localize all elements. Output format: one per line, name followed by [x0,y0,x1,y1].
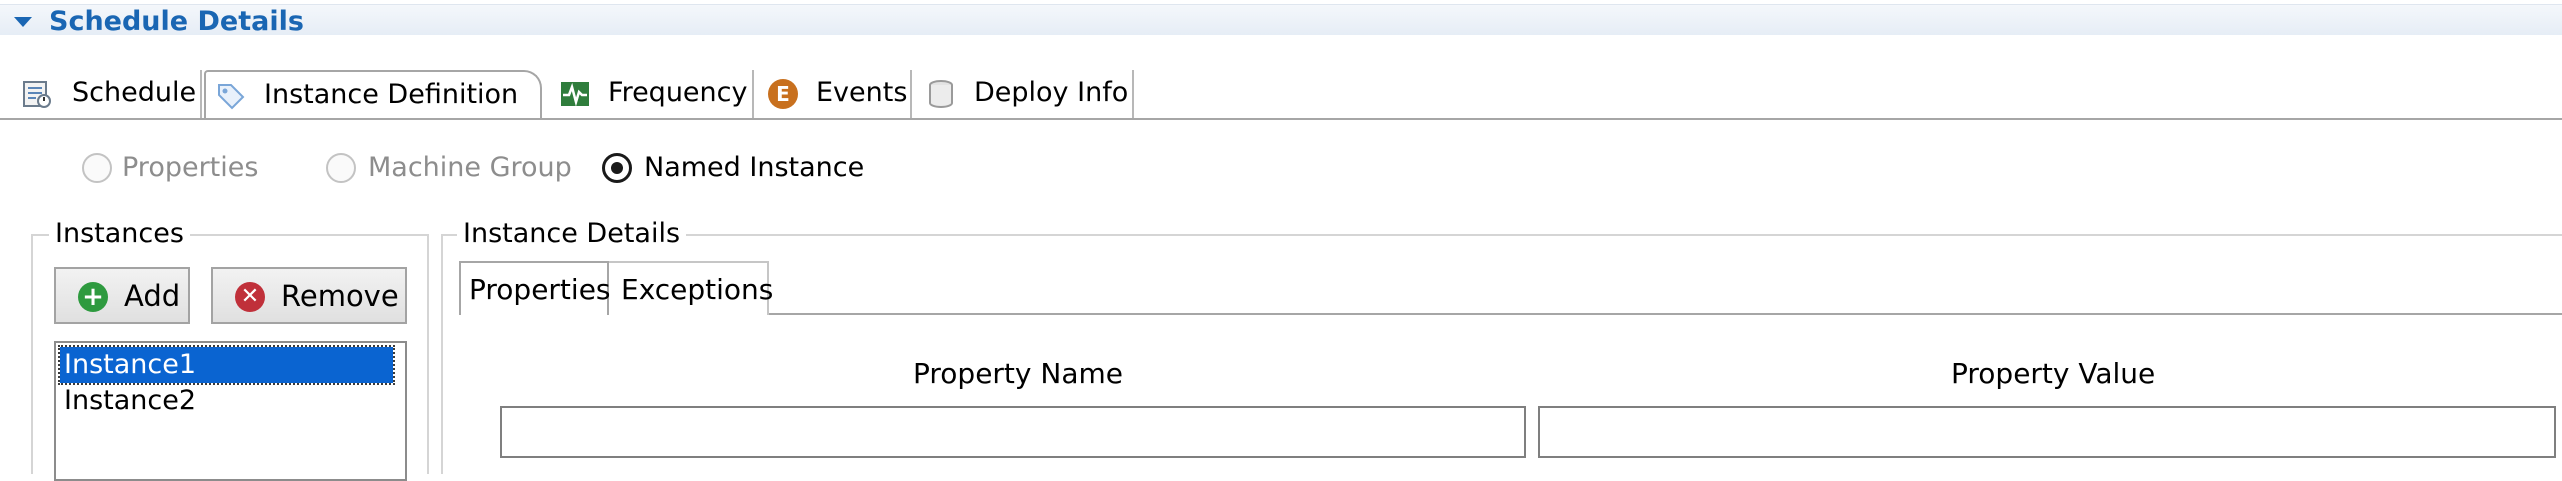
tab-properties[interactable]: Properties [459,261,611,315]
instance-list-item[interactable]: Instance2 [60,383,200,419]
instances-group-title: Instances [49,217,190,251]
radio-machine-group[interactable]: Machine Group [326,148,586,188]
tab-strip-baseline [0,118,2562,120]
section-title: Schedule Details [49,6,304,37]
radio-machine-group-label: Machine Group [368,152,572,183]
radio-named-instance[interactable]: Named Instance [602,148,882,188]
radio-properties-label: Properties [122,152,259,183]
property-name-input[interactable] [500,406,1526,458]
tab-instance-definition-label: Instance Definition [264,79,519,110]
tab-exceptions-label: Exceptions [621,273,774,306]
database-icon [926,79,956,109]
tab-deploy-info[interactable]: Deploy Info [914,70,1134,118]
add-instance-button-label: Add [124,279,181,313]
tab-schedule-label: Schedule [72,77,197,108]
radio-named-instance-control[interactable] [602,153,632,183]
frequency-icon [560,79,590,109]
instance-list-item[interactable]: Instance1 [58,345,395,385]
remove-instance-button[interactable]: ✕ Remove [211,267,407,324]
collapse-triangle-icon[interactable] [14,17,32,27]
tab-properties-label: Properties [469,273,611,306]
tab-separator [752,70,754,118]
instance-details-group-title: Instance Details [457,217,687,251]
radio-properties[interactable]: Properties [82,148,282,188]
radio-named-instance-label: Named Instance [644,152,865,183]
radio-properties-control[interactable] [82,153,112,183]
tab-deploy-info-label: Deploy Info [974,77,1129,108]
tab-events-label: Events [816,77,908,108]
tab-exceptions[interactable]: Exceptions [609,261,773,315]
property-name-header: Property Name [913,357,1123,390]
property-value-input[interactable] [1538,406,2556,458]
tab-instance-definition[interactable]: Instance Definition [204,70,542,118]
radio-machine-group-control[interactable] [326,153,356,183]
plus-circle-icon: + [78,282,108,312]
schedule-details-panel: Schedule Details Schedule Instance Defin… [0,0,2562,481]
remove-instance-button-label: Remove [281,279,399,313]
section-header[interactable]: Schedule Details [0,4,2562,37]
tab-schedule[interactable]: Schedule [20,70,202,118]
property-value-header: Property Value [1951,357,2156,390]
tab-events[interactable]: E Events [756,70,910,118]
tab-separator [1132,70,1134,118]
tab-frequency-label: Frequency [608,77,748,108]
instances-list[interactable]: Instance1 Instance2 [54,341,407,481]
tab-separator [200,70,202,118]
tag-icon [216,81,246,111]
remove-circle-icon: ✕ [235,282,265,312]
inner-tab-baseline [769,313,2562,315]
events-icon: E [768,79,798,109]
schedule-icon [22,79,52,109]
tab-frequency[interactable]: Frequency [556,70,754,118]
tab-separator [910,70,912,118]
add-instance-button[interactable]: + Add [54,267,190,324]
